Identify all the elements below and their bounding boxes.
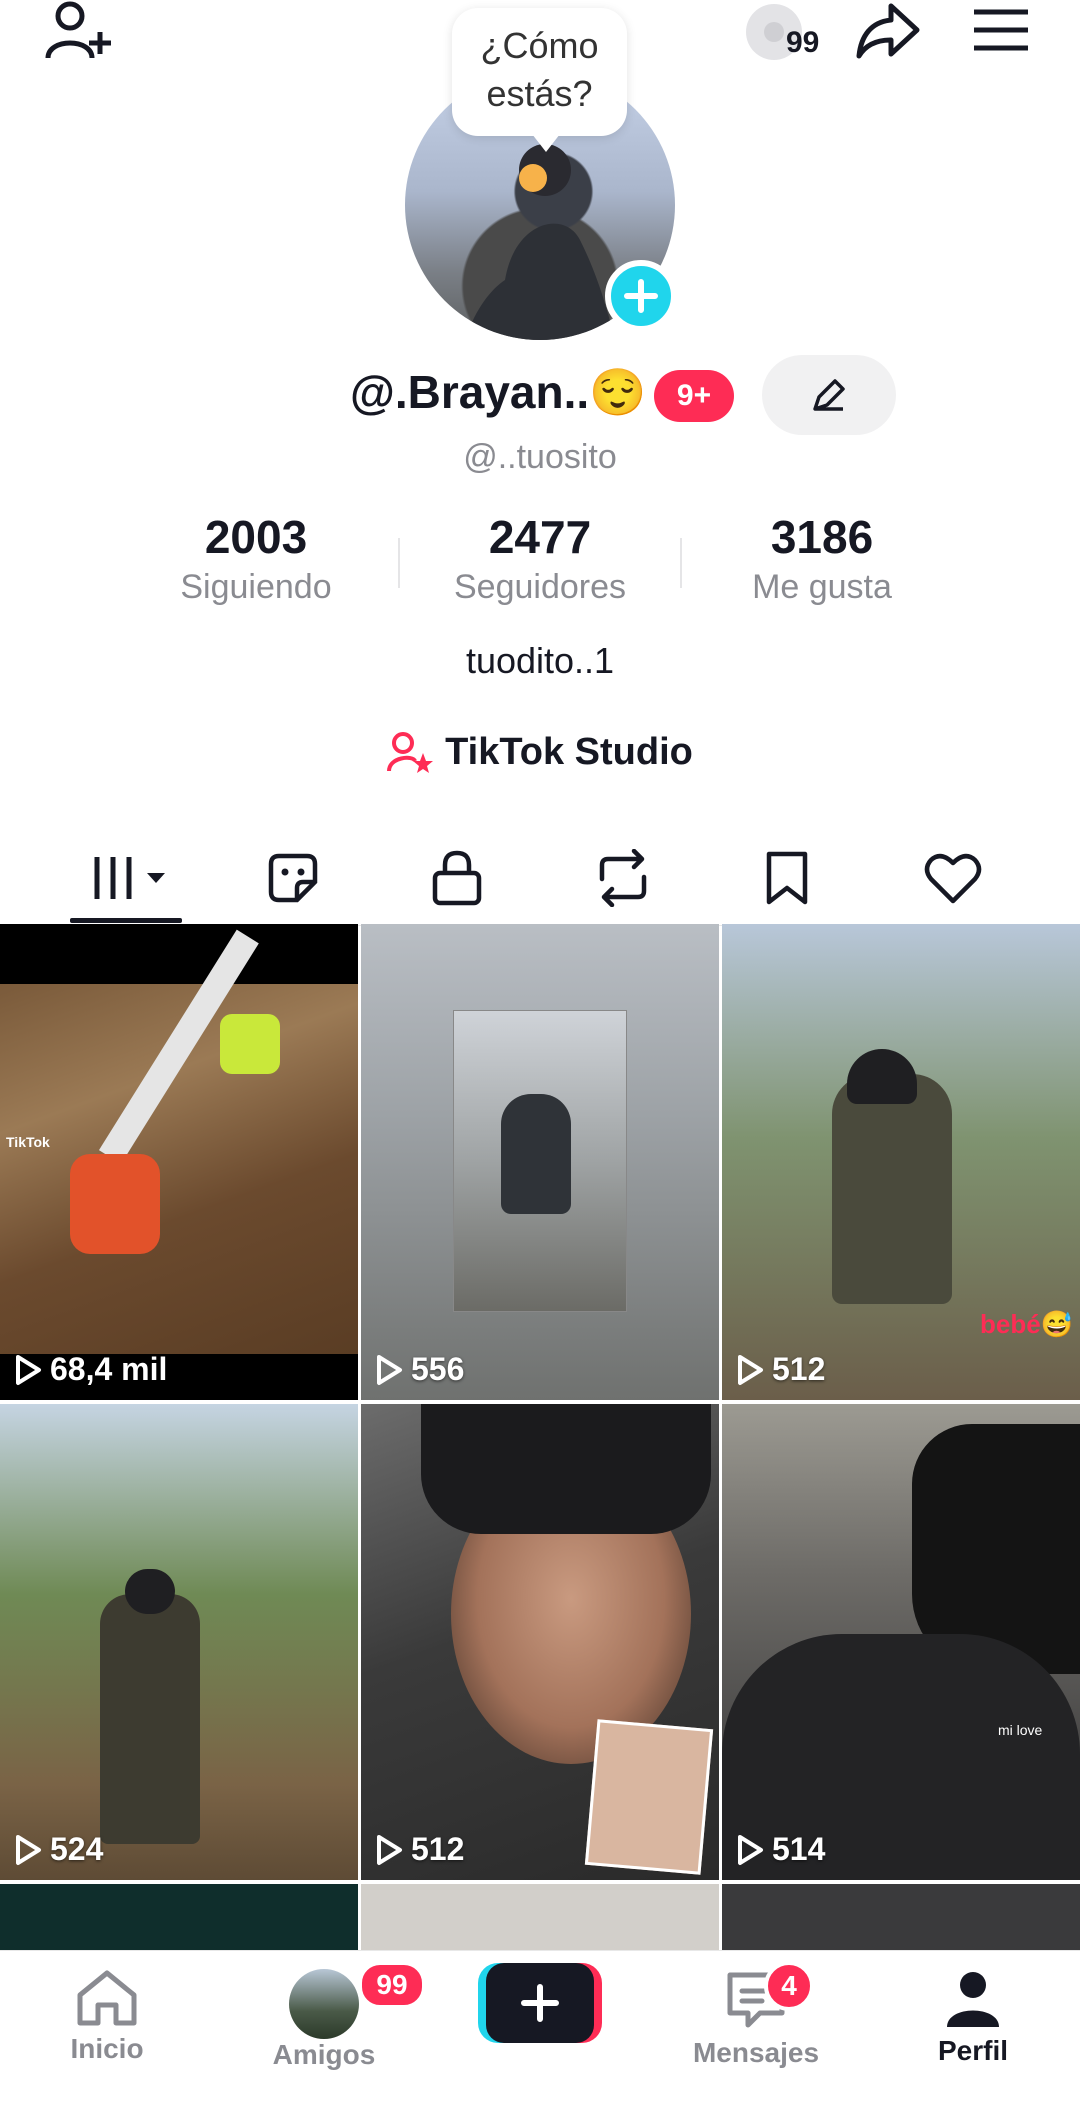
bubble-line-1: ¿Cómo: [480, 25, 599, 66]
tab-liked[interactable]: [870, 830, 1035, 925]
repost-icon: [592, 848, 654, 907]
plus-icon: [520, 1983, 560, 2023]
friends-badge: 99: [358, 1961, 426, 2009]
profile-stats: 2003 Siguiendo 2477 Seguidores 3186 Me g…: [0, 510, 1080, 620]
video-thumbnail[interactable]: TikTok 68,4 mil: [0, 924, 358, 1400]
username-row: @.Brayan..😌 9+: [0, 355, 1080, 435]
video-thumbnail[interactable]: 556: [361, 924, 719, 1400]
profile-tabs: [0, 830, 1080, 926]
stat-label: Siguiendo: [180, 568, 332, 606]
nav-friends-label: Amigos: [272, 2039, 376, 2070]
heart-icon: [923, 851, 983, 905]
stat-value: 2003: [204, 511, 308, 563]
share-icon[interactable]: [855, 2, 921, 60]
add-friend-icon[interactable]: [44, 0, 114, 62]
inbox-badge: 4: [764, 1961, 814, 2011]
create-button[interactable]: [478, 1963, 602, 2043]
nav-profile-label: Perfil: [937, 2035, 1009, 2066]
video-views: 512: [375, 1831, 464, 1868]
nav-friends[interactable]: Amigos 99: [244, 1961, 426, 2071]
video-thumbnail[interactable]: mi love 514: [722, 1404, 1080, 1880]
tab-private[interactable]: [374, 830, 539, 925]
view-count: 512: [411, 1831, 465, 1867]
stat-following[interactable]: 2003 Siguiendo: [116, 510, 396, 607]
tab-videos[interactable]: [48, 830, 213, 925]
nav-home-label: Inicio: [70, 2033, 144, 2064]
stat-label: Me gusta: [752, 568, 892, 606]
overlay-text-mi-love: mi love: [998, 1722, 1043, 1738]
tiktok-studio-link[interactable]: TikTok Studio: [0, 722, 1080, 782]
video-views: 524: [14, 1831, 103, 1868]
stat-value: 2477: [488, 511, 592, 563]
nav-profile[interactable]: Perfil: [893, 1969, 1053, 2067]
tiktok-studio-label: TikTok Studio: [445, 730, 693, 773]
home-icon: [27, 1969, 187, 2027]
video-thumbnail[interactable]: bebé😅 512: [722, 924, 1080, 1400]
play-icon: [14, 1354, 42, 1386]
tab-saved[interactable]: [704, 830, 869, 925]
lock-icon: [431, 849, 483, 907]
creator-star-icon: [387, 731, 434, 773]
active-tab-indicator: [70, 918, 182, 923]
profile-bio: tuodito..1: [465, 640, 615, 681]
notification-badge[interactable]: 9+: [654, 370, 734, 422]
play-icon: [375, 1354, 403, 1386]
view-count: 524: [50, 1831, 104, 1867]
sticker-icon: [265, 850, 321, 906]
video-thumbnail[interactable]: 524: [0, 1404, 358, 1880]
stat-followers[interactable]: 2477 Seguidores: [400, 510, 680, 607]
bookmark-icon: [763, 850, 811, 906]
stat-label: Seguidores: [453, 568, 626, 606]
video-thumbnail[interactable]: 512: [361, 1404, 719, 1880]
add-story-button[interactable]: [605, 260, 677, 332]
view-count: 556: [411, 1351, 465, 1387]
video-views: 68,4 mil: [14, 1351, 167, 1388]
music-disc-icon[interactable]: 99: [740, 2, 819, 64]
worker-vest-shape: [220, 1014, 280, 1074]
stat-likes[interactable]: 3186 Me gusta: [682, 510, 962, 607]
play-icon: [375, 1834, 403, 1866]
video-views: 514: [736, 1831, 825, 1868]
tab-reposts[interactable]: [540, 830, 705, 925]
play-icon: [736, 1834, 764, 1866]
play-icon: [14, 1834, 42, 1866]
display-name: @.Brayan..😌: [350, 366, 647, 418]
person-icon: [893, 1969, 1053, 2029]
view-count: 514: [772, 1831, 826, 1867]
stat-value: 3186: [770, 511, 874, 563]
view-count: 512: [772, 1351, 826, 1387]
play-icon: [736, 1354, 764, 1386]
video-views: 512: [736, 1351, 825, 1388]
nav-inbox[interactable]: Mensajes 4: [676, 1961, 836, 2069]
bottom-navigation: Inicio Amigos 99 Mensajes 4 Perfil: [0, 1950, 1080, 2101]
nav-inbox-label: Mensajes: [692, 2037, 820, 2068]
profile-handle: @..tuosito: [463, 438, 617, 476]
grid-videos-icon: [91, 853, 171, 903]
overlay-text-bebe: bebé😅: [980, 1309, 1074, 1339]
menu-icon[interactable]: [972, 6, 1030, 54]
nav-home[interactable]: Inicio: [27, 1969, 187, 2065]
tiktok-watermark: TikTok: [6, 1134, 50, 1150]
status-bubble[interactable]: ¿Cómo estás?: [452, 8, 627, 152]
music-count: 99: [786, 26, 820, 59]
edit-profile-button[interactable]: [762, 355, 896, 435]
bubble-line-2: estás?: [486, 73, 593, 114]
tab-stickers[interactable]: [210, 830, 375, 925]
pencil-icon: [809, 375, 849, 415]
view-count: 68,4 mil: [50, 1351, 168, 1387]
worker-vest-shape: [70, 1154, 160, 1254]
video-views: 556: [375, 1351, 464, 1388]
